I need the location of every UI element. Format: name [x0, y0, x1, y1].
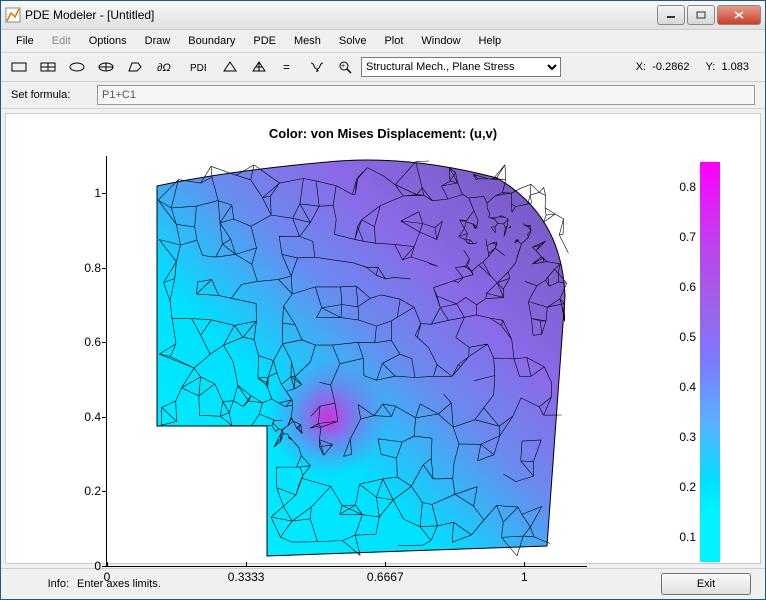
plot-area[interactable]: Color: von Mises Displacement: (u,v) 00.… — [5, 113, 761, 564]
mesh-tool-icon[interactable] — [216, 55, 244, 79]
mesh-plot — [107, 156, 587, 566]
app-window: PDE Modeler - [Untitled] File Edit Optio… — [0, 0, 766, 600]
close-button[interactable] — [717, 5, 761, 25]
zoom-tool-icon[interactable]: + — [332, 55, 360, 79]
plot-title: Color: von Mises Displacement: (u,v) — [6, 126, 760, 141]
rect-center-tool-icon[interactable] — [34, 55, 62, 79]
colorbar-tick: 0.1 — [679, 530, 696, 544]
colorbar-tick: 0.2 — [679, 480, 696, 494]
window-title: PDE Modeler - [Untitled] — [25, 8, 657, 22]
ytick-label: 0.2 — [69, 484, 101, 498]
xtick-label: 0 — [104, 570, 111, 584]
axes: 00.20.40.60.8100.33330.66671 — [106, 156, 587, 567]
status-text: Enter axes limits. — [77, 578, 161, 590]
coord-readout: X: -0.2862 Y: 1.083 — [624, 61, 761, 73]
xtick-label: 1 — [521, 570, 528, 584]
ellipse-center-tool-icon[interactable] — [92, 55, 120, 79]
svg-text:+: + — [341, 63, 345, 70]
refine-mesh-tool-icon[interactable] — [245, 55, 273, 79]
minimize-button[interactable] — [657, 5, 685, 25]
solve-tool-icon[interactable]: = — [274, 55, 302, 79]
plot-tool-icon[interactable] — [303, 55, 331, 79]
menu-window[interactable]: Window — [412, 32, 469, 50]
svg-text:PDE: PDE — [190, 63, 206, 74]
menu-edit[interactable]: Edit — [43, 32, 80, 50]
menu-mesh[interactable]: Mesh — [285, 32, 330, 50]
rect-tool-icon[interactable] — [5, 55, 33, 79]
colorbar-tick: 0.5 — [679, 330, 696, 344]
maximize-button[interactable] — [687, 5, 715, 25]
titlebar: PDE Modeler - [Untitled] — [1, 1, 765, 30]
colorbar-tick: 0.3 — [679, 430, 696, 444]
colorbar — [700, 162, 720, 562]
ytick-label: 0 — [69, 559, 101, 573]
status-label: Info: — [15, 578, 69, 590]
svg-text:∂Ω: ∂Ω — [157, 62, 171, 74]
menu-draw[interactable]: Draw — [136, 32, 180, 50]
xtick-label: 0.3333 — [228, 570, 265, 584]
toolbar: ∂Ω PDE = + Structural Mech., Plane Stres… — [1, 53, 765, 82]
menu-options[interactable]: Options — [80, 32, 136, 50]
xtick-label: 0.6667 — [367, 570, 404, 584]
colorbar-tick: 0.6 — [679, 280, 696, 294]
ytick-label: 0.4 — [69, 410, 101, 424]
menubar: File Edit Options Draw Boundary PDE Mesh… — [1, 30, 765, 53]
formula-input[interactable] — [97, 85, 755, 105]
app-icon — [5, 7, 21, 23]
menu-help[interactable]: Help — [470, 32, 511, 50]
ytick-label: 0.8 — [69, 261, 101, 275]
formula-row: Set formula: — [1, 82, 765, 109]
svg-text:=: = — [283, 60, 290, 74]
boundary-tool-icon[interactable]: ∂Ω — [150, 55, 178, 79]
exit-button[interactable]: Exit — [661, 573, 751, 595]
ytick-label: 0.6 — [69, 335, 101, 349]
menu-file[interactable]: File — [7, 32, 43, 50]
colorbar-tick: 0.8 — [679, 180, 696, 194]
colorbar-tick: 0.7 — [679, 230, 696, 244]
colorbar-tick: 0.4 — [679, 380, 696, 394]
menu-boundary[interactable]: Boundary — [179, 32, 244, 50]
menu-plot[interactable]: Plot — [375, 32, 412, 50]
ellipse-tool-icon[interactable] — [63, 55, 91, 79]
polygon-tool-icon[interactable] — [121, 55, 149, 79]
ytick-label: 1 — [69, 186, 101, 200]
menu-solve[interactable]: Solve — [330, 32, 376, 50]
pde-tool-icon[interactable]: PDE — [179, 55, 215, 79]
menu-pde[interactable]: PDE — [244, 32, 285, 50]
mode-select[interactable]: Structural Mech., Plane Stress — [361, 57, 561, 77]
formula-label: Set formula: — [11, 89, 97, 101]
